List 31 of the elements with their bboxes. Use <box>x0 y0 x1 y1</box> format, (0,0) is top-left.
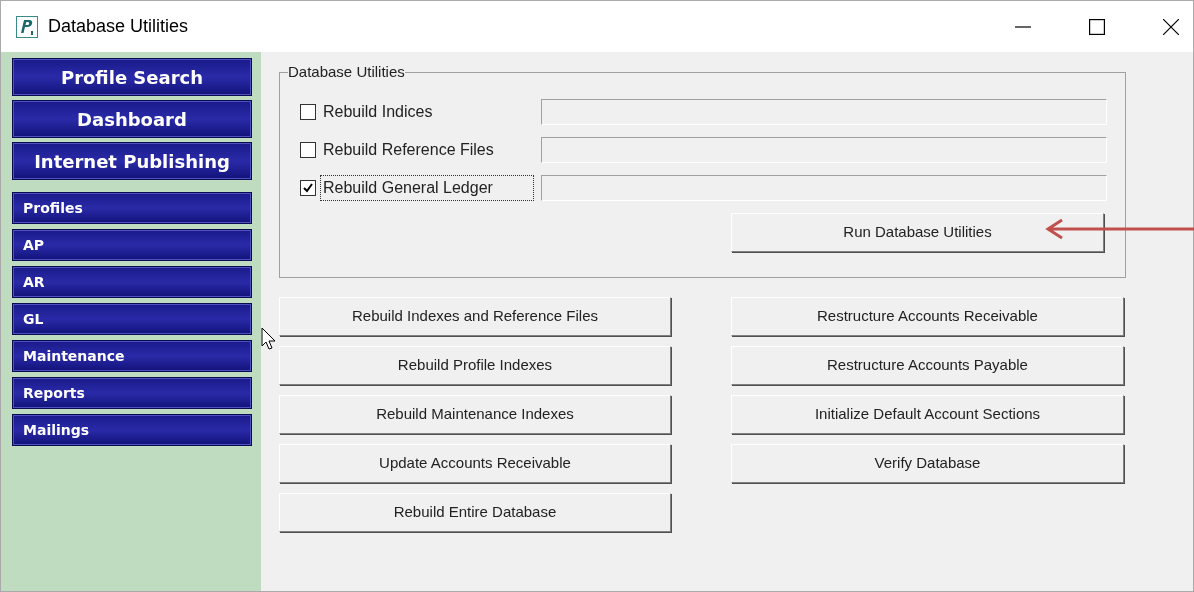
nav-button[interactable]: Maintenance <box>12 340 252 372</box>
checkbox-label[interactable]: Rebuild Indices <box>320 99 534 125</box>
action-button[interactable]: Rebuild Indexes and Reference Files <box>279 297 671 336</box>
nav-button[interactable]: Mailings <box>12 414 252 446</box>
action-button[interactable]: Verify Database <box>731 444 1124 483</box>
action-button[interactable]: Restructure Accounts Receivable <box>731 297 1124 336</box>
nav-button[interactable]: AP <box>12 229 252 261</box>
app-logo-icon <box>16 15 38 38</box>
nav-button[interactable]: Profiles <box>12 192 252 224</box>
action-button[interactable]: Rebuild Profile Indexes <box>279 346 671 385</box>
checkbox[interactable] <box>300 104 316 120</box>
nav-button[interactable]: Reports <box>12 377 252 409</box>
cursor-icon <box>261 327 276 351</box>
checkbox-label[interactable]: Rebuild Reference Files <box>320 137 534 163</box>
checkbox-label[interactable]: Rebuild General Ledger <box>320 175 534 201</box>
nav-button[interactable]: Profile Search <box>12 58 252 96</box>
checkbox[interactable] <box>300 142 316 158</box>
window-title: Database Utilities <box>48 15 189 38</box>
action-button[interactable]: Rebuild Maintenance Indexes <box>279 395 671 434</box>
nav-button[interactable]: Dashboard <box>12 100 252 138</box>
checkbox[interactable] <box>300 180 316 196</box>
nav-button[interactable]: GL <box>12 303 252 335</box>
nav-button[interactable]: Internet Publishing <box>12 142 252 180</box>
maximize-icon[interactable] <box>1089 18 1105 35</box>
action-button[interactable]: Restructure Accounts Payable <box>731 346 1124 385</box>
action-button[interactable]: Rebuild Entire Database <box>279 493 671 532</box>
nav-button[interactable]: AR <box>12 266 252 298</box>
close-icon[interactable] <box>1163 18 1179 35</box>
run-button[interactable]: Run Database Utilities <box>731 213 1104 252</box>
action-button[interactable]: Update Accounts Receivable <box>279 444 671 483</box>
action-button[interactable]: Initialize Default Account Sections <box>731 395 1124 434</box>
